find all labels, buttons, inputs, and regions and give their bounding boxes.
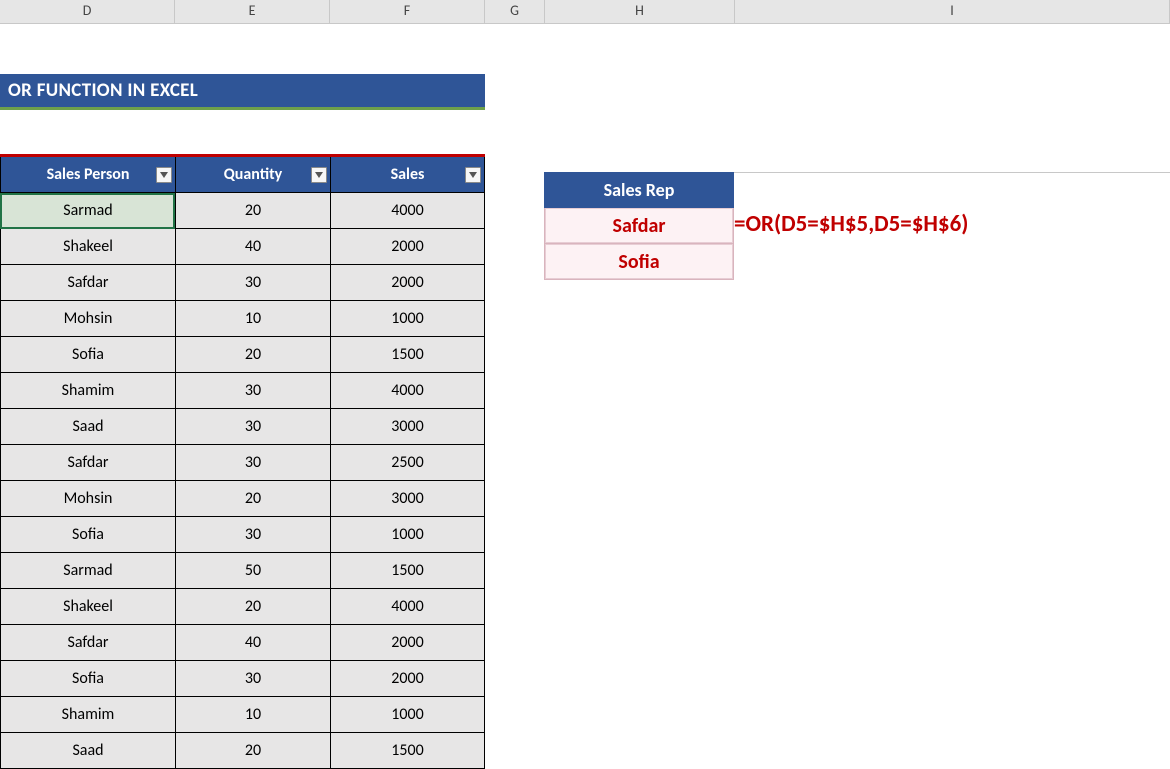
cell-sales-person[interactable]: Sofia (0, 517, 175, 553)
spacer-row (0, 110, 1170, 154)
table-row[interactable]: Sarmad501500 (0, 553, 485, 589)
cell-sales[interactable]: 4000 (330, 373, 485, 409)
chevron-down-icon (315, 172, 323, 178)
filter-button[interactable] (156, 167, 172, 183)
cell-quantity[interactable]: 50 (175, 553, 330, 589)
cell-sales[interactable]: 2500 (330, 445, 485, 481)
sales-rep-cell[interactable]: Sofia (544, 244, 734, 280)
cell-sales-person[interactable]: Shamim (0, 373, 175, 409)
col-header-I[interactable]: I (735, 0, 1170, 23)
cell-sales-person[interactable]: Sofia (0, 661, 175, 697)
cell-quantity[interactable]: 40 (175, 625, 330, 661)
cell-sales[interactable]: 4000 (330, 193, 485, 229)
cell-quantity[interactable]: 30 (175, 517, 330, 553)
cell-sales-person[interactable]: Sarmad (0, 193, 175, 229)
table-row[interactable]: Sofia302000 (0, 661, 485, 697)
cell-quantity[interactable]: 20 (175, 589, 330, 625)
table-header-row: Sales Person Quantity Sales (0, 157, 485, 193)
cell-quantity[interactable]: 30 (175, 373, 330, 409)
table-body: Sarmad204000Shakeel402000Safdar302000Moh… (0, 193, 485, 769)
table-row[interactable]: Shakeel402000 (0, 229, 485, 265)
col-header-E[interactable]: E (175, 0, 330, 23)
cell-quantity[interactable]: 20 (175, 337, 330, 373)
cell-quantity[interactable]: 20 (175, 733, 330, 769)
table-row[interactable]: Safdar402000 (0, 625, 485, 661)
table-row[interactable]: Mohsin203000 (0, 481, 485, 517)
col-header-F[interactable]: F (330, 0, 485, 23)
table-row[interactable]: Shakeel204000 (0, 589, 485, 625)
cell-sales-person[interactable]: Shakeel (0, 589, 175, 625)
filter-button[interactable] (311, 167, 327, 183)
cell-sales[interactable]: 2000 (330, 265, 485, 301)
cell-quantity[interactable]: 30 (175, 661, 330, 697)
cell-sales[interactable]: 3000 (330, 409, 485, 445)
cell-quantity[interactable]: 30 (175, 265, 330, 301)
cell-sales[interactable]: 2000 (330, 625, 485, 661)
cell-sales[interactable]: 1000 (330, 697, 485, 733)
worksheet-area[interactable]: OR FUNCTION IN EXCEL Sales Person Quanti… (0, 24, 1170, 769)
table-row[interactable]: Shamim304000 (0, 373, 485, 409)
sales-rep-cell[interactable]: Safdar (544, 208, 734, 244)
cell-quantity[interactable]: 40 (175, 229, 330, 265)
chevron-down-icon (160, 172, 168, 178)
sales-table: Sales Person Quantity Sales Sarmad204000… (0, 154, 485, 769)
cell-sales-person[interactable]: Mohsin (0, 481, 175, 517)
cell-sales-person[interactable]: Mohsin (0, 301, 175, 337)
cell-sales-person[interactable]: Safdar (0, 265, 175, 301)
cell-sales[interactable]: 2000 (330, 661, 485, 697)
chevron-down-icon (469, 172, 477, 178)
cell-sales-person[interactable]: Saad (0, 733, 175, 769)
cell-sales[interactable]: 2000 (330, 229, 485, 265)
cell-sales[interactable]: 1500 (330, 733, 485, 769)
col-header-sales[interactable]: Sales (330, 157, 485, 193)
cell-quantity[interactable]: 30 (175, 445, 330, 481)
blank-row (0, 24, 1170, 74)
header-label: Sales Person (47, 165, 130, 184)
cell-sales[interactable]: 3000 (330, 481, 485, 517)
header-label: Quantity (224, 165, 282, 184)
cell-sales-person[interactable]: Shamim (0, 697, 175, 733)
col-header-quantity[interactable]: Quantity (175, 157, 330, 193)
table-row[interactable]: Sarmad204000 (0, 193, 485, 229)
filter-button[interactable] (465, 167, 481, 183)
cell-sales-person[interactable]: Sarmad (0, 553, 175, 589)
col-header-G[interactable]: G (485, 0, 545, 23)
cell-sales-person[interactable]: Saad (0, 409, 175, 445)
table-row[interactable]: Saad303000 (0, 409, 485, 445)
col-header-H[interactable]: H (545, 0, 735, 23)
cell-sales[interactable]: 1500 (330, 337, 485, 373)
cell-quantity[interactable]: 20 (175, 481, 330, 517)
cell-sales-person[interactable]: Shakeel (0, 229, 175, 265)
table-row[interactable]: Shamim101000 (0, 697, 485, 733)
page-title: OR FUNCTION IN EXCEL (0, 74, 485, 110)
cell-sales[interactable]: 1500 (330, 553, 485, 589)
cell-quantity[interactable]: 10 (175, 301, 330, 337)
cell-sales-person[interactable]: Safdar (0, 625, 175, 661)
cell-quantity[interactable]: 20 (175, 193, 330, 229)
cell-quantity[interactable]: 30 (175, 409, 330, 445)
sales-rep-header[interactable]: Sales Rep (544, 172, 734, 208)
header-label: Sales (391, 165, 425, 184)
cell-sales-person[interactable]: Safdar (0, 445, 175, 481)
column-header-row: D E F G H I (0, 0, 1170, 24)
cell-sales[interactable]: 1000 (330, 517, 485, 553)
sales-rep-block: Sales Rep Safdar Sofia (544, 172, 734, 280)
col-header-D[interactable]: D (0, 0, 175, 23)
table-row[interactable]: Safdar302500 (0, 445, 485, 481)
gridline (734, 172, 1170, 173)
table-row[interactable]: Sofia201500 (0, 337, 485, 373)
cell-sales-person[interactable]: Sofia (0, 337, 175, 373)
table-row[interactable]: Mohsin101000 (0, 301, 485, 337)
col-header-sales-person[interactable]: Sales Person (0, 157, 175, 193)
cell-sales[interactable]: 4000 (330, 589, 485, 625)
formula-annotation: =OR(D5=$H$5,D5=$H$6) (734, 210, 968, 238)
table-row[interactable]: Saad201500 (0, 733, 485, 769)
table-row[interactable]: Sofia301000 (0, 517, 485, 553)
cell-quantity[interactable]: 10 (175, 697, 330, 733)
cell-sales[interactable]: 1000 (330, 301, 485, 337)
table-row[interactable]: Safdar302000 (0, 265, 485, 301)
